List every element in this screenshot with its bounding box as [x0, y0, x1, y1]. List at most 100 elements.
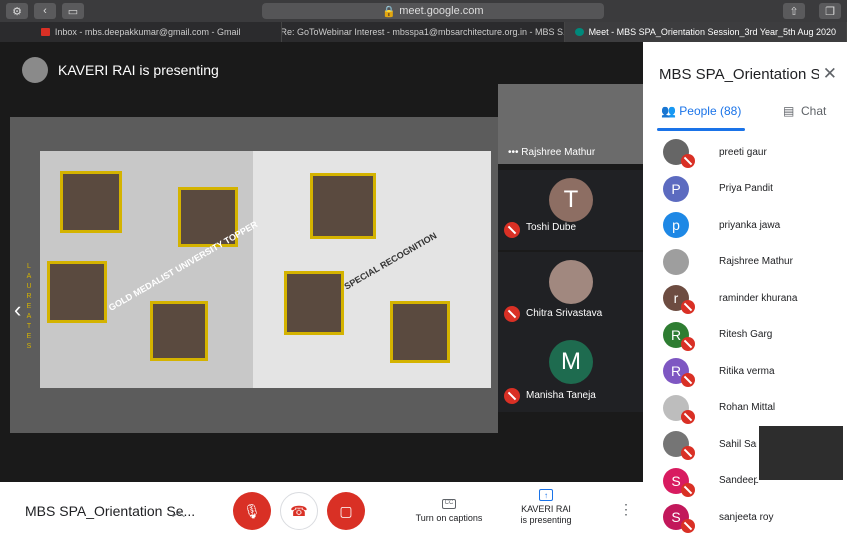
- present-screen-icon: ↑: [539, 489, 553, 501]
- participant-name: Priya Pandit: [719, 183, 773, 194]
- tab-gmail[interactable]: Inbox - mbs.deepakkumar@gmail.com - Gmai…: [0, 22, 283, 42]
- chevron-up-icon[interactable]: ︿: [172, 501, 185, 520]
- participant-name: Ritesh Garg: [719, 329, 773, 340]
- present-sublabel: is presenting: [520, 515, 572, 525]
- tabs-icon[interactable]: ❐: [819, 3, 841, 19]
- avatar: P: [663, 175, 689, 202]
- participant-name-text: Rajshree Mathur: [521, 147, 596, 158]
- participant-name: raminder khurana: [719, 292, 798, 304]
- participant-row[interactable]: Ssanjeeta roy: [643, 499, 847, 535]
- share-icon[interactable]: ⇧: [783, 3, 805, 19]
- sidebar-toggle-icon[interactable]: ▭: [62, 3, 84, 19]
- close-icon[interactable]: ✕: [823, 64, 837, 84]
- avatar: [663, 248, 689, 275]
- settings-icon[interactable]: ⚙: [6, 3, 28, 19]
- student-photo: [284, 271, 344, 335]
- student-photo: [390, 301, 450, 363]
- meet-icon: [574, 28, 584, 36]
- tab-people[interactable]: 👥 People (88): [661, 104, 741, 118]
- mic-off-icon: [681, 336, 695, 351]
- leave-call-button[interactable]: ☎: [280, 492, 318, 530]
- people-icon: 👥: [661, 104, 680, 118]
- student-photo: [310, 173, 376, 239]
- student-photo: [47, 261, 107, 323]
- lock-icon: 🔒: [382, 5, 400, 18]
- present-label: KAVERI RAI: [521, 504, 571, 514]
- participant-name: Rajshree Mathur: [719, 256, 793, 267]
- participant-row[interactable]: r raminder khurana: [643, 280, 847, 316]
- side-letter: S: [26, 343, 32, 350]
- participant-row[interactable]: R Ritesh Garg: [643, 317, 847, 353]
- mic-off-icon: [681, 373, 695, 387]
- mic-off-icon: [681, 154, 695, 168]
- back-icon[interactable]: ‹: [34, 3, 56, 19]
- chat-icon: ▤: [783, 104, 802, 118]
- panel-title: MBS SPA_Orientation Sessio...: [659, 66, 819, 83]
- mic-off-icon: [681, 446, 695, 460]
- avatar: [22, 57, 48, 83]
- participant-name: sanjeeta roy: [719, 511, 774, 523]
- avatar: M: [549, 340, 593, 384]
- captions-button[interactable]: CC Turn on captions: [413, 496, 485, 523]
- side-letter: R: [26, 293, 32, 300]
- side-letter: L: [27, 263, 31, 270]
- tab-label: Inbox - mbs.deepakkumar@gmail.com - Gmai…: [54, 27, 241, 37]
- captions-icon: CC: [442, 499, 456, 509]
- side-letter: A: [26, 313, 32, 320]
- mic-off-icon: 🎙: [243, 502, 261, 519]
- participant-tile[interactable]: T Toshi Dube: [498, 170, 643, 250]
- chevron-left-icon[interactable]: ‹: [14, 297, 21, 323]
- participant-row[interactable]: Rajshree Mathur: [643, 244, 847, 280]
- side-letter: E: [26, 303, 32, 310]
- tab-indicator: [657, 128, 745, 131]
- side-letter: T: [26, 323, 32, 330]
- avatar: [549, 260, 593, 304]
- presenter-label: KAVERI RAI is presenting: [58, 62, 219, 78]
- tab-strip: Inbox - mbs.deepakkumar@gmail.com - Gmai…: [0, 22, 847, 42]
- mic-off-icon: [681, 482, 695, 497]
- participant-row[interactable]: p priyanka jawa: [643, 207, 847, 243]
- captions-label: Turn on captions: [415, 513, 483, 523]
- mic-toggle-button[interactable]: 🎙: [233, 492, 271, 530]
- tab-label: Chat: [801, 104, 827, 118]
- participant-row[interactable]: preeti gaur: [643, 134, 847, 170]
- mic-off-icon: [504, 222, 520, 238]
- participant-row[interactable]: P Priya Pandit: [643, 171, 847, 207]
- side-letter: U: [26, 283, 32, 290]
- meeting-title[interactable]: MBS SPA_Orientation Se...: [25, 503, 195, 519]
- mic-off-icon: [504, 388, 520, 404]
- url-text: meet.google.com: [399, 5, 484, 17]
- address-bar[interactable]: 🔒 meet.google.com: [262, 3, 604, 19]
- participant-name: ••• Rajshree Mathur: [508, 147, 596, 158]
- student-photo: [60, 171, 122, 233]
- participant-tiles: ••• Rajshree Mathur T Toshi Dube Chitra …: [498, 42, 643, 412]
- tab-gotowebinar[interactable]: Re: GoToWebinar Interest - mbsspa1@mbsar…: [282, 22, 565, 42]
- avatar: T: [549, 178, 593, 222]
- phone-hangup-icon: ☎: [290, 502, 308, 519]
- mic-off-icon: [681, 519, 695, 533]
- student-photo: [150, 301, 208, 361]
- participant-row[interactable]: Rohan Mittal: [643, 390, 847, 426]
- tab-chat[interactable]: ▤ Chat: [783, 104, 826, 118]
- participant-row[interactable]: R Ritika verma: [643, 353, 847, 389]
- slide-side-text: L A U R E A T E S: [25, 262, 33, 352]
- participant-name: Chitra Srivastava: [526, 308, 603, 319]
- more-options-icon[interactable]: ⋮: [619, 501, 633, 518]
- participant-name: Manisha Taneja: [526, 390, 596, 401]
- camera-toggle-button[interactable]: ▢: [327, 492, 365, 530]
- participant-tile[interactable]: M Manisha Taneja: [498, 332, 643, 412]
- tab-label: Re: GoToWebinar Interest - mbsspa1@mbsar…: [282, 27, 565, 37]
- side-letter: A: [26, 273, 32, 280]
- shared-slide: GOLD MEDALIST UNIVERSITY TOPPER SPECIAL …: [40, 151, 491, 388]
- tab-meet[interactable]: Meet - MBS SPA_Orientation Session_3rd Y…: [564, 22, 847, 42]
- side-letter: E: [26, 333, 32, 340]
- control-bar: MBS SPA_Orientation Se... ︿ 🎙 ☎ ▢ CC Tur…: [0, 482, 643, 536]
- mic-off-icon: [681, 409, 695, 424]
- gmail-icon: [40, 28, 50, 36]
- participant-tile[interactable]: Chitra Srivastava: [498, 252, 643, 332]
- presenting-button[interactable]: ↑ KAVERI RAI is presenting: [510, 489, 582, 526]
- mic-off-icon: [504, 306, 520, 322]
- camera-off-icon: ▢: [339, 502, 353, 519]
- tab-label: People (88): [679, 104, 742, 118]
- self-view-thumbnail[interactable]: [757, 424, 845, 482]
